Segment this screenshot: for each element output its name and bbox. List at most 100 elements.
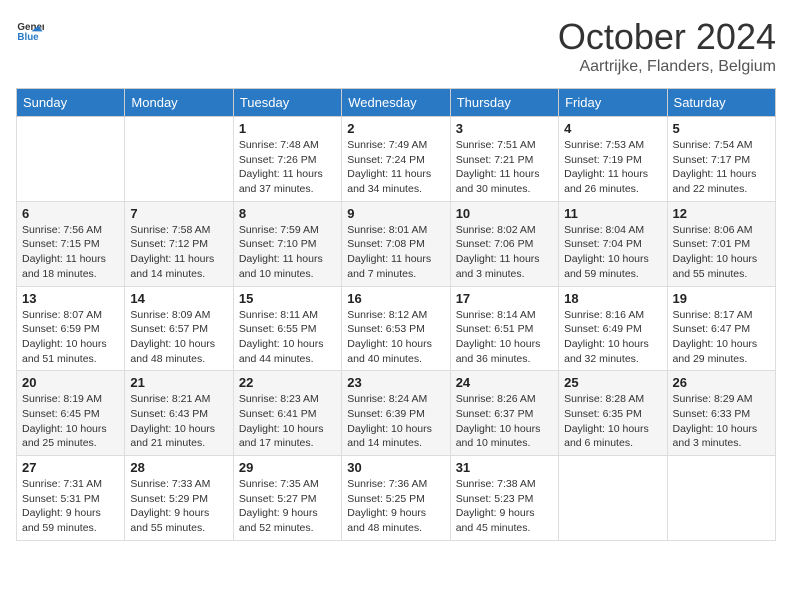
day-info: Sunrise: 8:04 AM Sunset: 7:04 PM Dayligh… xyxy=(564,223,661,282)
day-number: 15 xyxy=(239,291,336,306)
day-number: 18 xyxy=(564,291,661,306)
day-number: 8 xyxy=(239,206,336,221)
day-number: 26 xyxy=(673,375,770,390)
calendar-cell: 14 Sunrise: 8:09 AM Sunset: 6:57 PM Dayli… xyxy=(125,286,233,371)
calendar-cell: 8 Sunrise: 7:59 AM Sunset: 7:10 PM Daylig… xyxy=(233,201,341,286)
day-number: 5 xyxy=(673,121,770,136)
day-number: 14 xyxy=(130,291,227,306)
day-info: Sunrise: 8:16 AM Sunset: 6:49 PM Dayligh… xyxy=(564,308,661,367)
day-number: 25 xyxy=(564,375,661,390)
calendar-cell: 15 Sunrise: 8:11 AM Sunset: 6:55 PM Dayli… xyxy=(233,286,341,371)
calendar-cell: 12 Sunrise: 8:06 AM Sunset: 7:01 PM Dayli… xyxy=(667,201,775,286)
calendar-cell: 20 Sunrise: 8:19 AM Sunset: 6:45 PM Dayli… xyxy=(17,371,125,456)
calendar-cell: 28Sunrise: 7:33 AM Sunset: 5:29 PM Dayli… xyxy=(125,456,233,541)
calendar-cell: 16 Sunrise: 8:12 AM Sunset: 6:53 PM Dayli… xyxy=(342,286,450,371)
month-title: October 2024 xyxy=(558,16,776,58)
weekday-header: Friday xyxy=(559,89,667,117)
day-info: Sunrise: 8:09 AM Sunset: 6:57 PM Dayligh… xyxy=(130,308,227,367)
day-info: Sunrise: 7:53 AM Sunset: 7:19 PM Dayligh… xyxy=(564,138,661,197)
calendar-cell: 23Sunrise: 8:24 AM Sunset: 6:39 PM Dayli… xyxy=(342,371,450,456)
calendar-cell: 9Sunrise: 8:01 AM Sunset: 7:08 PM Daylig… xyxy=(342,201,450,286)
calendar-cell: 31 Sunrise: 7:38 AM Sunset: 5:23 PM Dayli… xyxy=(450,456,558,541)
calendar-cell: 21 Sunrise: 8:21 AM Sunset: 6:43 PM Dayli… xyxy=(125,371,233,456)
page-header: General Blue October 2024 Aartrijke, Fla… xyxy=(16,16,776,76)
day-info: Sunrise: 7:58 AM Sunset: 7:12 PM Dayligh… xyxy=(130,223,227,282)
calendar-cell: 19 Sunrise: 8:17 AM Sunset: 6:47 PM Dayli… xyxy=(667,286,775,371)
day-number: 16 xyxy=(347,291,444,306)
day-number: 2 xyxy=(347,121,444,136)
day-info: Sunrise: 8:01 AM Sunset: 7:08 PM Dayligh… xyxy=(347,223,444,282)
title-block: October 2024 Aartrijke, Flanders, Belgiu… xyxy=(558,16,776,76)
calendar-cell xyxy=(125,117,233,202)
day-info: Sunrise: 8:12 AM Sunset: 6:53 PM Dayligh… xyxy=(347,308,444,367)
calendar-cell: 6 Sunrise: 7:56 AM Sunset: 7:15 PM Daylig… xyxy=(17,201,125,286)
day-info: Sunrise: 8:06 AM Sunset: 7:01 PM Dayligh… xyxy=(673,223,770,282)
weekday-header-row: SundayMondayTuesdayWednesdayThursdayFrid… xyxy=(17,89,776,117)
day-number: 4 xyxy=(564,121,661,136)
calendar-cell: 10 Sunrise: 8:02 AM Sunset: 7:06 PM Dayli… xyxy=(450,201,558,286)
calendar-cell: 5Sunrise: 7:54 AM Sunset: 7:17 PM Daylig… xyxy=(667,117,775,202)
week-row: 6 Sunrise: 7:56 AM Sunset: 7:15 PM Daylig… xyxy=(17,201,776,286)
day-info: Sunrise: 8:23 AM Sunset: 6:41 PM Dayligh… xyxy=(239,392,336,451)
calendar-cell: 11 Sunrise: 8:04 AM Sunset: 7:04 PM Dayli… xyxy=(559,201,667,286)
day-number: 10 xyxy=(456,206,553,221)
day-info: Sunrise: 7:56 AM Sunset: 7:15 PM Dayligh… xyxy=(22,223,119,282)
day-info: Sunrise: 8:02 AM Sunset: 7:06 PM Dayligh… xyxy=(456,223,553,282)
day-info: Sunrise: 8:11 AM Sunset: 6:55 PM Dayligh… xyxy=(239,308,336,367)
day-number: 13 xyxy=(22,291,119,306)
day-number: 24 xyxy=(456,375,553,390)
day-info: Sunrise: 8:29 AM Sunset: 6:33 PM Dayligh… xyxy=(673,392,770,451)
calendar-cell: 22 Sunrise: 8:23 AM Sunset: 6:41 PM Dayli… xyxy=(233,371,341,456)
day-number: 21 xyxy=(130,375,227,390)
calendar-cell: 2 Sunrise: 7:49 AM Sunset: 7:24 PM Daylig… xyxy=(342,117,450,202)
day-info: Sunrise: 7:36 AM Sunset: 5:25 PM Dayligh… xyxy=(347,477,444,536)
day-info: Sunrise: 8:21 AM Sunset: 6:43 PM Dayligh… xyxy=(130,392,227,451)
day-info: Sunrise: 8:19 AM Sunset: 6:45 PM Dayligh… xyxy=(22,392,119,451)
day-number: 3 xyxy=(456,121,553,136)
day-number: 27 xyxy=(22,460,119,475)
day-number: 6 xyxy=(22,206,119,221)
day-info: Sunrise: 7:35 AM Sunset: 5:27 PM Dayligh… xyxy=(239,477,336,536)
day-info: Sunrise: 7:31 AM Sunset: 5:31 PM Dayligh… xyxy=(22,477,119,536)
calendar-cell xyxy=(17,117,125,202)
logo: General Blue xyxy=(16,16,44,44)
day-info: Sunrise: 7:59 AM Sunset: 7:10 PM Dayligh… xyxy=(239,223,336,282)
day-number: 19 xyxy=(673,291,770,306)
calendar-cell xyxy=(667,456,775,541)
location-title: Aartrijke, Flanders, Belgium xyxy=(558,58,776,76)
calendar-cell: 30Sunrise: 7:36 AM Sunset: 5:25 PM Dayli… xyxy=(342,456,450,541)
day-number: 1 xyxy=(239,121,336,136)
logo-icon: General Blue xyxy=(16,16,44,44)
calendar-cell: 18 Sunrise: 8:16 AM Sunset: 6:49 PM Dayli… xyxy=(559,286,667,371)
week-row: 27 Sunrise: 7:31 AM Sunset: 5:31 PM Dayli… xyxy=(17,456,776,541)
calendar-cell: 24Sunrise: 8:26 AM Sunset: 6:37 PM Dayli… xyxy=(450,371,558,456)
calendar-cell: 4 Sunrise: 7:53 AM Sunset: 7:19 PM Daylig… xyxy=(559,117,667,202)
calendar-cell: 25 Sunrise: 8:28 AM Sunset: 6:35 PM Dayli… xyxy=(559,371,667,456)
day-number: 31 xyxy=(456,460,553,475)
day-number: 12 xyxy=(673,206,770,221)
day-info: Sunrise: 8:07 AM Sunset: 6:59 PM Dayligh… xyxy=(22,308,119,367)
day-number: 11 xyxy=(564,206,661,221)
calendar-cell: 3Sunrise: 7:51 AM Sunset: 7:21 PM Daylig… xyxy=(450,117,558,202)
day-number: 28 xyxy=(130,460,227,475)
calendar-cell: 27 Sunrise: 7:31 AM Sunset: 5:31 PM Dayli… xyxy=(17,456,125,541)
calendar-cell: 1Sunrise: 7:48 AM Sunset: 7:26 PM Daylig… xyxy=(233,117,341,202)
week-row: 13 Sunrise: 8:07 AM Sunset: 6:59 PM Dayli… xyxy=(17,286,776,371)
day-info: Sunrise: 8:14 AM Sunset: 6:51 PM Dayligh… xyxy=(456,308,553,367)
day-info: Sunrise: 7:38 AM Sunset: 5:23 PM Dayligh… xyxy=(456,477,553,536)
calendar-cell: 7Sunrise: 7:58 AM Sunset: 7:12 PM Daylig… xyxy=(125,201,233,286)
day-number: 29 xyxy=(239,460,336,475)
week-row: 20 Sunrise: 8:19 AM Sunset: 6:45 PM Dayli… xyxy=(17,371,776,456)
day-number: 22 xyxy=(239,375,336,390)
week-row: 1Sunrise: 7:48 AM Sunset: 7:26 PM Daylig… xyxy=(17,117,776,202)
day-number: 17 xyxy=(456,291,553,306)
day-number: 20 xyxy=(22,375,119,390)
calendar-cell: 13 Sunrise: 8:07 AM Sunset: 6:59 PM Dayli… xyxy=(17,286,125,371)
svg-text:Blue: Blue xyxy=(17,32,39,43)
calendar-cell xyxy=(559,456,667,541)
day-info: Sunrise: 7:49 AM Sunset: 7:24 PM Dayligh… xyxy=(347,138,444,197)
weekday-header: Thursday xyxy=(450,89,558,117)
day-info: Sunrise: 8:17 AM Sunset: 6:47 PM Dayligh… xyxy=(673,308,770,367)
calendar-cell: 17 Sunrise: 8:14 AM Sunset: 6:51 PM Dayli… xyxy=(450,286,558,371)
day-info: Sunrise: 8:28 AM Sunset: 6:35 PM Dayligh… xyxy=(564,392,661,451)
